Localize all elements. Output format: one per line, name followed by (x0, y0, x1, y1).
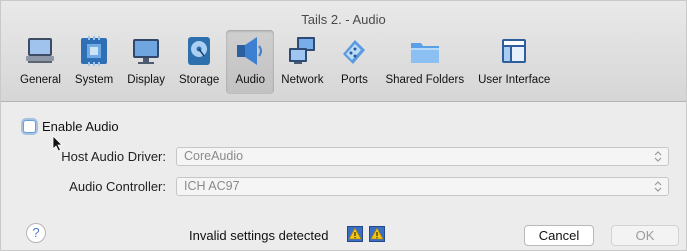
audio-settings-panel: Enable Audio Host Audio Driver: CoreAudi… (1, 102, 686, 250)
tab-audio[interactable]: Audio (226, 30, 275, 94)
window-title: Tails 2. - Audio (301, 12, 386, 27)
settings-window: Tails 2. - Audio General System Display … (0, 0, 687, 251)
warning-icon[interactable] (347, 226, 363, 242)
title-bar: Tails 2. - Audio General System Display … (1, 1, 686, 102)
updown-chevron-icon (654, 151, 662, 162)
invalid-settings-text: Invalid settings detected (189, 228, 329, 243)
tab-shared-folders[interactable]: Shared Folders (378, 30, 471, 94)
tab-user-interface-label: User Interface (478, 74, 551, 86)
dialog-footer: ? Invalid settings detected Cancel OK (1, 218, 686, 248)
host-audio-driver-value: CoreAudio (184, 149, 244, 163)
help-button[interactable]: ? (26, 223, 46, 243)
tab-storage-label: Storage (178, 74, 220, 86)
tab-general[interactable]: General (13, 30, 68, 94)
audio-controller-value: ICH AC97 (184, 179, 240, 193)
tab-storage[interactable]: Storage (172, 30, 226, 94)
mouse-cursor-icon (52, 135, 63, 152)
tab-ports[interactable]: Ports (330, 30, 378, 94)
network-icon (289, 37, 316, 64)
tab-ports-label: Ports (341, 74, 368, 86)
host-audio-driver-label: Host Audio Driver: (61, 149, 166, 164)
general-icon (26, 38, 55, 63)
tab-system[interactable]: System (68, 30, 120, 94)
updown-chevron-icon (654, 181, 662, 192)
audio-controller-select[interactable]: ICH AC97 (176, 177, 669, 196)
tab-user-interface[interactable]: User Interface (471, 30, 557, 94)
tab-network[interactable]: Network (274, 30, 330, 94)
tab-audio-label: Audio (235, 74, 265, 86)
tab-system-label: System (74, 74, 114, 86)
tab-shared-folders-label: Shared Folders (385, 74, 465, 86)
audio-icon (237, 37, 263, 65)
settings-toolbar: General System Display Storage Audio Net… (13, 30, 557, 98)
enable-audio-label[interactable]: Enable Audio (42, 119, 119, 134)
enable-audio-checkbox[interactable] (23, 120, 36, 133)
host-audio-driver-row: Host Audio Driver: CoreAudio (30, 147, 669, 166)
shared-folders-icon (410, 43, 439, 63)
tab-display[interactable]: Display (120, 30, 172, 94)
tab-general-label: General (20, 74, 61, 86)
enable-audio-row: Enable Audio (23, 119, 119, 134)
audio-controller-label: Audio Controller: (69, 179, 166, 194)
audio-controller-row: Audio Controller: ICH AC97 (30, 177, 669, 196)
host-audio-driver-select[interactable]: CoreAudio (176, 147, 669, 166)
ports-icon (343, 40, 366, 64)
tab-display-label: Display (127, 74, 165, 86)
user-interface-icon (502, 39, 527, 63)
tab-network-label: Network (281, 74, 324, 86)
system-icon (81, 36, 108, 66)
cancel-button[interactable]: Cancel (524, 225, 594, 246)
storage-icon (188, 37, 211, 65)
warning-icon[interactable] (369, 226, 385, 242)
display-icon (133, 39, 160, 64)
ok-button[interactable]: OK (611, 225, 679, 246)
